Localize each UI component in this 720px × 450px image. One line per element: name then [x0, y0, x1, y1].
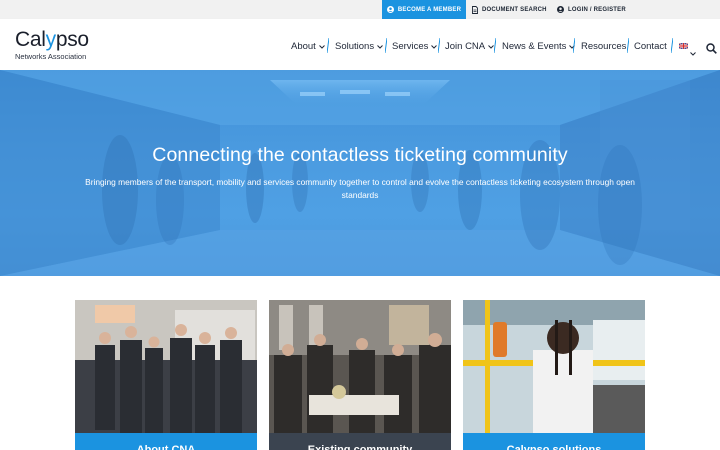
- chevron-down-icon: [377, 44, 383, 49]
- logo-wordmark: Calypso: [15, 28, 89, 51]
- card-existing-community[interactable]: Existing community: [269, 300, 451, 450]
- hero-title: Connecting the contactless ticketing com…: [152, 144, 568, 166]
- nav-separator: [494, 38, 496, 53]
- chevron-down-icon: [431, 44, 438, 49]
- card-image-commuter-photo: [463, 300, 645, 433]
- logo-subtitle: Networks Association: [15, 52, 87, 61]
- nav-item-join-cna[interactable]: Join CNA: [445, 41, 494, 52]
- uk-flag-icon: [679, 43, 688, 49]
- nav-separator: [385, 38, 387, 53]
- nav-separator: [438, 38, 440, 53]
- nav-item-services[interactable]: Services: [392, 41, 438, 52]
- document-search-link[interactable]: DOCUMENT SEARCH: [472, 0, 547, 19]
- nav-separator: [671, 38, 673, 53]
- user-circle-icon: [386, 6, 394, 13]
- card-image-group-photo: [75, 300, 257, 433]
- search-icon: [706, 43, 717, 54]
- nav-separator: [327, 38, 329, 53]
- nav-item-resources[interactable]: Resources: [581, 41, 626, 52]
- calypso-logo[interactable]: Calypso Networks Association: [15, 28, 89, 62]
- nav-separator: [627, 38, 629, 53]
- chevron-down-icon: [690, 43, 696, 61]
- card-title: Existing community: [269, 433, 451, 450]
- hero-banner: Connecting the contactless ticketing com…: [0, 70, 720, 276]
- nav-item-about[interactable]: About: [291, 41, 325, 52]
- chevron-down-icon: [318, 44, 325, 49]
- card-title: Calypso solutions: [463, 433, 645, 450]
- hero-background-image: [0, 70, 720, 276]
- become-member-link[interactable]: BECOME A MEMBER: [382, 0, 466, 19]
- main-header: Calypso Networks Association About Solut…: [0, 19, 720, 70]
- login-register-label: LOGIN / REGISTER: [568, 6, 626, 13]
- become-member-label: BECOME A MEMBER: [397, 6, 462, 13]
- nav-item-contact[interactable]: Contact: [634, 41, 667, 52]
- card-calypso-solutions[interactable]: Calypso solutions: [463, 300, 645, 450]
- document-icon: [472, 5, 478, 14]
- user-circle-icon: [557, 6, 564, 13]
- search-button[interactable]: [706, 41, 717, 59]
- card-about-cna[interactable]: About CNA: [75, 300, 257, 450]
- top-utility-bar: BECOME A MEMBER DOCUMENT SEARCH LOGIN / …: [0, 0, 720, 19]
- nav-separator: [573, 38, 575, 53]
- document-search-label: DOCUMENT SEARCH: [482, 6, 547, 13]
- nav-item-news-events[interactable]: News & Events: [502, 41, 576, 52]
- hero-subtitle: Bringing members of the transport, mobil…: [85, 177, 635, 200]
- login-register-link[interactable]: LOGIN / REGISTER: [557, 0, 626, 19]
- card-title: About CNA: [75, 433, 257, 450]
- card-image-event-photo: [269, 300, 451, 433]
- nav-item-solutions[interactable]: Solutions: [335, 41, 383, 52]
